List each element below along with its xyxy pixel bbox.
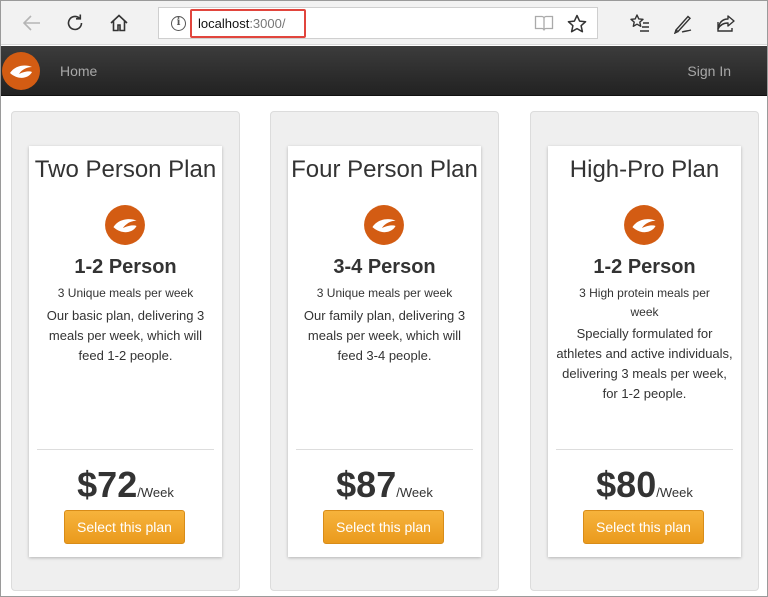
pen-icon[interactable]	[671, 11, 695, 35]
plan-people-count: 1-2 Person	[74, 256, 177, 278]
plan-panel-high-pro: High-Pro Plan 1-2 Person 3 High protein …	[530, 111, 759, 591]
select-plan-button[interactable]: Select this plan	[583, 510, 704, 544]
url-port: :3000/	[249, 16, 286, 31]
plan-panel-four-person: Four Person Plan 3-4 Person 3 Unique mea…	[270, 111, 499, 591]
plan-meals: 3 High protein meals per week	[579, 286, 710, 319]
price-unit: /Week	[396, 485, 433, 500]
plan-price: $80/Week	[548, 464, 741, 506]
plan-description: Our family plan, delivering 3 meals per …	[303, 308, 466, 363]
plan-people-count: 3-4 Person	[333, 256, 436, 278]
plan-price: $72/Week	[29, 464, 222, 506]
price-amount: $80	[596, 464, 657, 505]
address-bar[interactable]: i localhost:3000/	[158, 7, 598, 39]
favorite-star-icon[interactable]	[566, 13, 588, 35]
brand-logo-icon[interactable]	[1, 51, 41, 91]
nav-home-link[interactable]: Home	[60, 63, 97, 79]
nav-signin-link[interactable]: Sign In	[687, 63, 731, 79]
plan-card: High-Pro Plan 1-2 Person 3 High protein …	[548, 146, 741, 557]
plan-meals: 3 Unique meals per week	[57, 286, 194, 300]
plan-meals: 3 Unique meals per week	[316, 286, 453, 300]
url-text[interactable]: localhost:3000/	[198, 16, 285, 31]
select-plan-button[interactable]: Select this plan	[64, 510, 185, 544]
select-plan-button[interactable]: Select this plan	[323, 510, 444, 544]
reading-view-icon[interactable]	[534, 15, 554, 32]
back-arrow-icon[interactable]	[19, 10, 45, 36]
url-host: localhost	[198, 16, 250, 31]
price-amount: $72	[77, 464, 138, 505]
plan-card: Two Person Plan 1-2 Person 3 Unique meal…	[29, 146, 222, 557]
favorites-list-icon[interactable]	[628, 11, 652, 35]
divider	[556, 449, 733, 450]
home-icon[interactable]	[106, 10, 132, 36]
price-unit: /Week	[656, 485, 693, 500]
price-unit: /Week	[137, 485, 174, 500]
plan-logo-icon	[624, 205, 664, 245]
info-icon[interactable]: i	[171, 16, 186, 31]
divider	[37, 449, 214, 450]
plan-panel-two-person: Two Person Plan 1-2 Person 3 Unique meal…	[11, 111, 240, 591]
price-amount: $87	[336, 464, 397, 505]
refresh-icon[interactable]	[62, 10, 88, 36]
plan-logo-icon	[364, 205, 404, 245]
divider	[296, 449, 473, 450]
plan-description: Our basic plan, delivering 3 meals per w…	[46, 308, 205, 363]
plan-logo-icon	[105, 205, 145, 245]
plan-title: Two Person Plan	[34, 156, 217, 183]
plan-people-count: 1-2 Person	[593, 256, 696, 278]
plan-title: High-Pro Plan	[569, 156, 720, 183]
plan-card: Four Person Plan 3-4 Person 3 Unique mea…	[288, 146, 481, 557]
plan-description: Specially formulated for athletes and ac…	[556, 326, 733, 401]
browser-toolbar: i localhost:3000/	[1, 1, 767, 45]
site-navbar: Home Sign In	[1, 46, 767, 96]
share-icon[interactable]	[714, 11, 738, 35]
plan-price: $87/Week	[288, 464, 481, 506]
plan-title: Four Person Plan	[291, 156, 478, 183]
